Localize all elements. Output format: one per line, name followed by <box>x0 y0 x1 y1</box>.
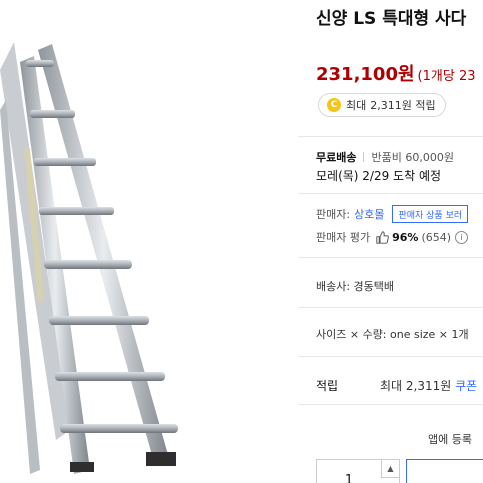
chevron-up-icon[interactable]: ▲ <box>381 460 399 478</box>
seller-name-link[interactable]: 상호몰 <box>354 206 384 222</box>
divider <box>298 257 483 258</box>
reward-badge-label: 최대 <box>346 99 367 112</box>
selected-option: 사이즈 × 수량: one size × 1개 <box>316 328 469 341</box>
separator <box>363 152 365 162</box>
reward-badge-amount: 2,311원 적립 <box>370 99 436 112</box>
seller-rating-row: 판매자 평가 96% (654) i <box>316 229 469 245</box>
coin-icon: C <box>327 98 341 112</box>
unit-price: (1개당 23 <box>417 69 476 84</box>
app-register-text[interactable]: 앱에 등록 <box>428 431 472 447</box>
reward-row-value: 최대 2,311원 쿠폰 <box>380 377 477 394</box>
add-to-cart-button[interactable] <box>406 459 483 483</box>
divider <box>298 404 483 405</box>
divider <box>298 356 483 357</box>
quantity-value[interactable]: 1 <box>317 473 381 483</box>
reward-row-label: 적립 <box>316 379 339 393</box>
seller-rating-count: (654) <box>421 230 452 244</box>
coupon-link[interactable]: 쿠폰 <box>455 379 477 393</box>
delivery-company: 배송사: 경동택배 <box>316 280 395 293</box>
shipping-info: 무료배송 반품비 60,000원 <box>316 149 454 165</box>
reward-row: 적립 최대 2,311원 쿠폰 <box>316 377 477 394</box>
seller-rating-label: 판매자 평가 <box>316 231 371 244</box>
arrival-estimate: 모레(목) 2/29 도착 예정 <box>316 169 442 183</box>
product-image <box>0 0 298 483</box>
seller-row: 판매자: 상호몰 판매자 상품 보러 <box>316 205 469 223</box>
divider <box>298 136 483 137</box>
thumbs-up-icon <box>376 230 389 244</box>
divider <box>298 193 483 194</box>
seller-products-button[interactable]: 판매자 상품 보러 <box>392 205 469 223</box>
free-shipping-label: 무료배송 <box>316 151 357 164</box>
product-title: 신양 LS 특대형 사다 <box>316 9 467 29</box>
price-row: 231,100원 (1개당 23 <box>316 60 475 86</box>
reward-row-amount: 최대 2,311원 <box>380 379 456 393</box>
seller-rating-percent: 96% <box>392 230 419 244</box>
product-info-panel: 신양 LS 특대형 사다 231,100원 (1개당 23 C 최대 2,311원… <box>298 0 483 483</box>
sale-price: 231,100원 <box>316 64 415 85</box>
ladder-illustration <box>0 42 178 474</box>
divider <box>298 307 483 308</box>
quantity-stepper[interactable]: 1 ▲ <box>316 459 400 483</box>
return-fee: 반품비 60,000원 <box>371 151 454 164</box>
info-circle-icon[interactable]: i <box>455 230 469 244</box>
reward-badge: C 최대 2,311원 적립 <box>318 93 446 117</box>
seller-label: 판매자: <box>316 208 351 221</box>
